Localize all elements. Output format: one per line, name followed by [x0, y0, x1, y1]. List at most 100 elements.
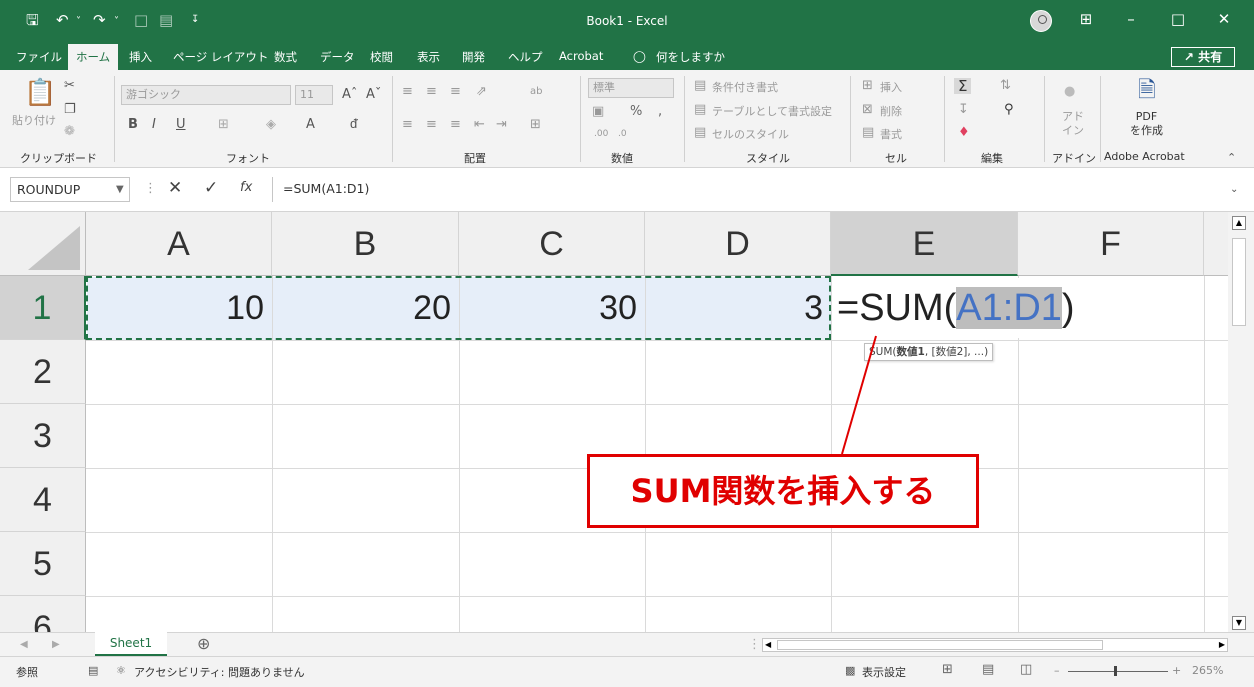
- align-left-icon[interactable]: ≡: [402, 117, 413, 133]
- increase-indent-icon[interactable]: ⇥: [496, 117, 507, 133]
- phonetic-icon[interactable]: ᵭ: [350, 117, 357, 133]
- display-settings-button[interactable]: 表示設定: [862, 664, 906, 680]
- align-center-icon[interactable]: ≡: [426, 117, 437, 133]
- tab-formulas[interactable]: 数式: [274, 49, 297, 65]
- shrink-font-icon[interactable]: Aˇ: [366, 87, 381, 103]
- expand-formula-bar-icon[interactable]: ⌄: [1230, 182, 1238, 198]
- row-header-5[interactable]: 5: [0, 532, 86, 596]
- delete-cells-button[interactable]: 削除: [880, 103, 902, 119]
- column-header-g[interactable]: [1204, 212, 1228, 276]
- tab-view[interactable]: 表示: [417, 49, 440, 65]
- font-color-icon[interactable]: A: [306, 117, 315, 133]
- column-header-b[interactable]: B: [272, 212, 459, 276]
- scroll-down-icon[interactable]: ▼: [1232, 616, 1246, 630]
- fill-color-icon[interactable]: ◈: [266, 117, 276, 133]
- column-header-f[interactable]: F: [1018, 212, 1204, 276]
- horizontal-scroll-thumb[interactable]: [777, 640, 1103, 650]
- addins-button[interactable]: アド イン: [1062, 110, 1084, 138]
- percent-icon[interactable]: %: [630, 104, 642, 120]
- create-pdf-button[interactable]: PDF を作成: [1130, 110, 1163, 138]
- grow-font-icon[interactable]: Aˆ: [342, 87, 357, 103]
- font-name-combo[interactable]: 游ゴシック: [121, 85, 291, 105]
- formula-input[interactable]: =SUM(A1:D1): [272, 177, 1242, 202]
- horizontal-scrollbar[interactable]: ◀ ▶: [762, 638, 1228, 652]
- enter-icon[interactable]: ✓: [204, 180, 218, 197]
- row-header-3[interactable]: 3: [0, 404, 86, 468]
- tab-review[interactable]: 校閲: [370, 49, 393, 65]
- scroll-left-icon[interactable]: ◀: [765, 639, 771, 651]
- cell-e1-editing[interactable]: =SUM(A1:D1): [833, 278, 1091, 338]
- prev-sheet-icon[interactable]: ◀: [20, 637, 28, 653]
- account-avatar-icon[interactable]: [1030, 10, 1052, 32]
- next-sheet-icon[interactable]: ▶: [52, 637, 60, 653]
- sheet-tab-sheet1[interactable]: Sheet1: [95, 632, 167, 656]
- column-header-d[interactable]: D: [645, 212, 831, 276]
- scroll-up-icon[interactable]: ▲: [1232, 216, 1246, 230]
- border-icon[interactable]: ⊞: [218, 117, 229, 133]
- zoom-slider-thumb[interactable]: [1114, 666, 1117, 676]
- zoom-level[interactable]: 265%: [1192, 664, 1223, 677]
- row-header-4[interactable]: 4: [0, 468, 86, 532]
- tab-acrobat[interactable]: Acrobat: [559, 49, 603, 63]
- column-header-c[interactable]: C: [459, 212, 645, 276]
- sort-filter-icon[interactable]: ⇅: [1000, 78, 1011, 94]
- conditional-format-button[interactable]: 条件付き書式: [712, 79, 778, 95]
- tab-page-layout[interactable]: ページ レイアウト: [173, 49, 268, 65]
- name-box[interactable]: ROUNDUP: [10, 177, 130, 202]
- minimize-icon[interactable]: –: [1116, 10, 1146, 28]
- accounting-format-icon[interactable]: ▣: [592, 104, 604, 120]
- vertical-scrollbar[interactable]: ▲ ▼: [1228, 212, 1254, 632]
- close-icon[interactable]: ✕: [1209, 10, 1239, 28]
- paste-icon[interactable]: 📋: [24, 80, 56, 106]
- tab-insert[interactable]: 挿入: [129, 49, 152, 65]
- name-box-dropdown-icon[interactable]: ▼: [116, 182, 124, 198]
- format-as-table-button[interactable]: テーブルとして書式設定: [712, 103, 832, 119]
- zoom-slider[interactable]: [1068, 671, 1168, 672]
- comma-style-icon[interactable]: ,: [658, 104, 662, 120]
- new-sheet-icon[interactable]: ⊕: [197, 636, 210, 652]
- normal-view-icon[interactable]: ⊞: [942, 662, 953, 677]
- row-header-1[interactable]: 1: [0, 276, 86, 340]
- align-middle-icon[interactable]: ≡: [426, 84, 437, 100]
- tab-file[interactable]: ファイル: [16, 49, 62, 65]
- tab-developer[interactable]: 開発: [462, 49, 485, 65]
- align-right-icon[interactable]: ≡: [450, 117, 461, 133]
- orientation-icon[interactable]: ⇗: [476, 84, 487, 100]
- split-handle-icon[interactable]: ⋮: [748, 637, 761, 653]
- cut-icon[interactable]: ✂: [64, 78, 75, 94]
- function-argument-tooltip[interactable]: SUM(数値1, [数値2], ...): [864, 343, 994, 361]
- font-size-combo[interactable]: 11: [295, 85, 333, 105]
- find-select-icon[interactable]: ⚲: [1004, 102, 1014, 118]
- wrap-text-icon[interactable]: ab: [530, 84, 542, 100]
- column-header-a[interactable]: A: [86, 212, 272, 276]
- fill-icon[interactable]: ↧: [958, 102, 969, 118]
- row-header-6[interactable]: 6: [0, 596, 86, 632]
- increase-decimal-icon[interactable]: .00: [594, 126, 608, 142]
- row-header-2[interactable]: 2: [0, 340, 86, 404]
- align-bottom-icon[interactable]: ≡: [450, 84, 461, 100]
- maximize-icon[interactable]: □: [1163, 10, 1193, 28]
- format-cells-button[interactable]: 書式: [880, 126, 902, 142]
- insert-cells-button[interactable]: 挿入: [880, 79, 902, 95]
- decrease-indent-icon[interactable]: ⇤: [474, 117, 485, 133]
- scroll-right-icon[interactable]: ▶: [1219, 639, 1225, 651]
- format-painter-icon[interactable]: ❁: [64, 124, 75, 140]
- cell-styles-button[interactable]: セルのスタイル: [712, 126, 789, 142]
- page-break-view-icon[interactable]: ◫: [1020, 662, 1032, 677]
- copy-icon[interactable]: ❐: [64, 102, 76, 118]
- macro-record-icon[interactable]: ▤: [88, 664, 98, 677]
- tab-help[interactable]: ヘルプ: [508, 49, 543, 65]
- tab-data[interactable]: データ: [320, 49, 355, 65]
- column-header-e[interactable]: E: [831, 212, 1018, 276]
- page-layout-view-icon[interactable]: ▤: [982, 662, 994, 677]
- worksheet-grid[interactable]: A B C D E F 1 2 3 4 5 6 10 20 30 3 =SUM(…: [0, 212, 1228, 632]
- select-all-button[interactable]: [0, 212, 86, 276]
- align-top-icon[interactable]: ≡: [402, 84, 413, 100]
- collapse-ribbon-icon[interactable]: ⌃: [1227, 150, 1236, 166]
- share-button[interactable]: ↗ 共有: [1171, 47, 1235, 67]
- clear-icon[interactable]: ♦: [958, 125, 970, 141]
- cancel-icon[interactable]: ✕: [168, 180, 182, 197]
- vertical-scroll-thumb[interactable]: [1232, 238, 1246, 326]
- merge-center-icon[interactable]: ⊞: [530, 117, 541, 133]
- decrease-decimal-icon[interactable]: .0: [618, 126, 627, 142]
